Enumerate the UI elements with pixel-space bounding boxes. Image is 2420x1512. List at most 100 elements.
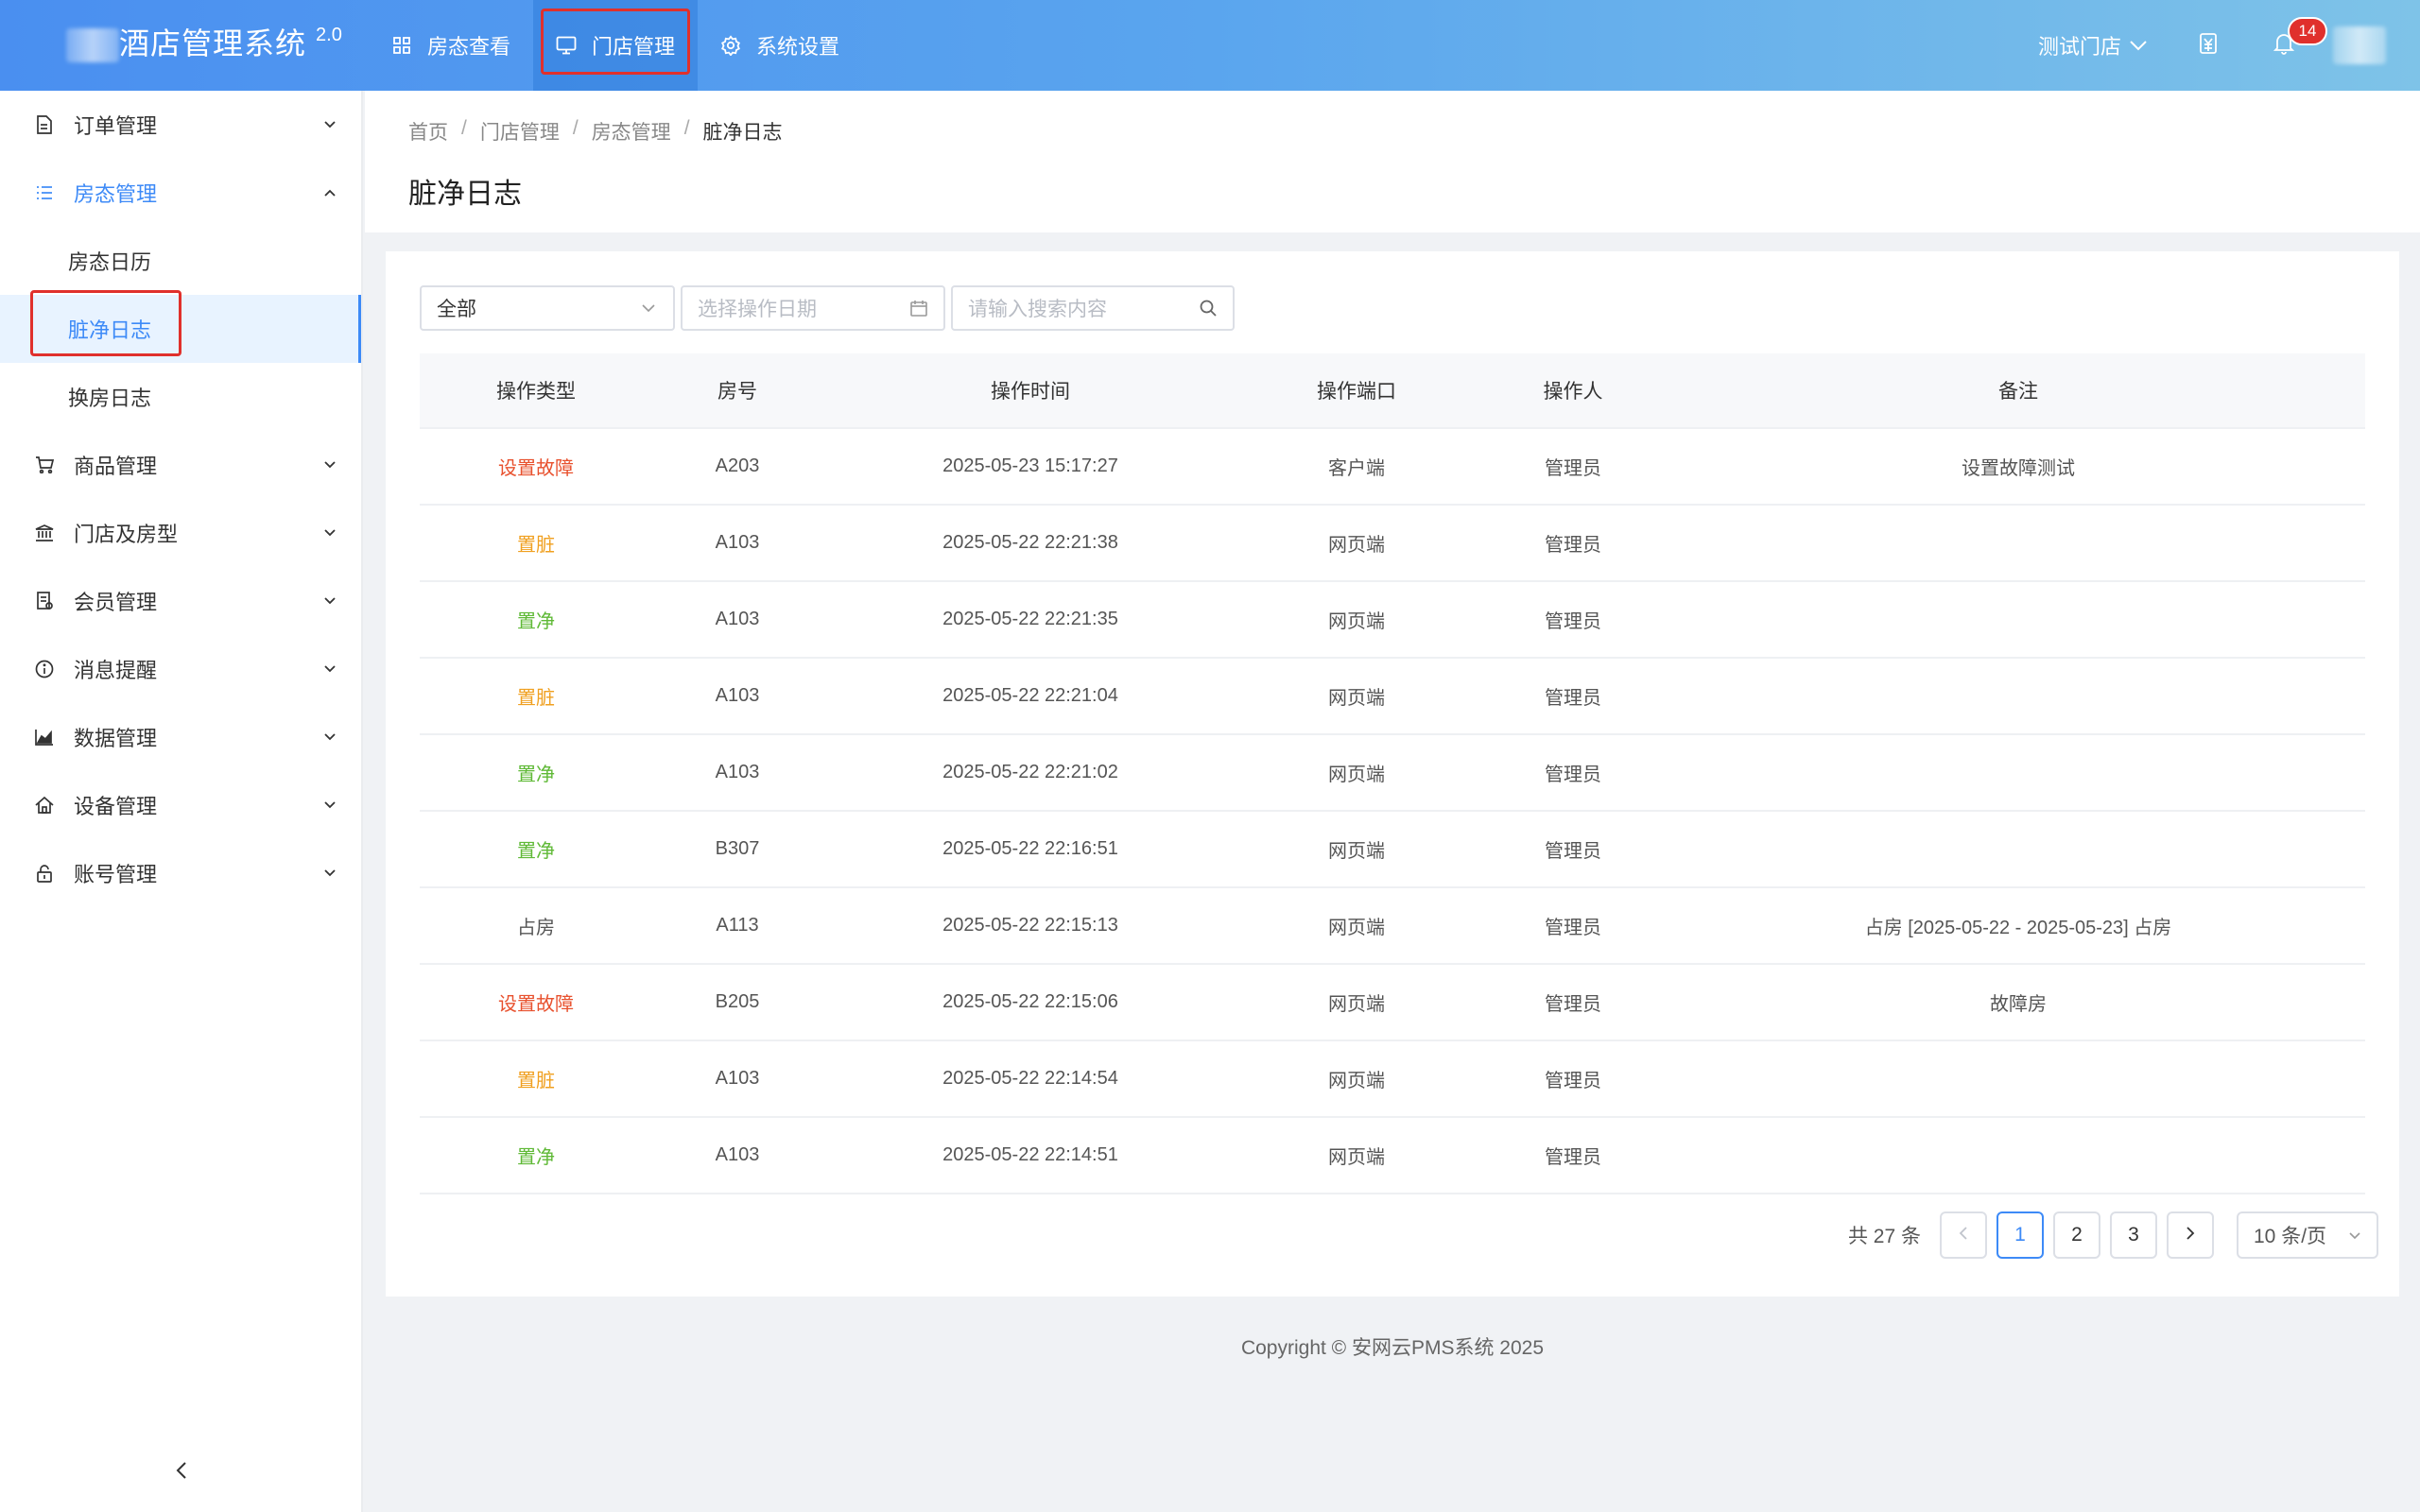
column-header-operation-type: 操作类型 [496, 381, 576, 403]
sidebar-item-stores-room-types[interactable]: 门店及房型 [0, 499, 361, 567]
operation-port-cell: 网页端 [1328, 765, 1385, 785]
sidebar-item-orders[interactable]: 订单管理 [0, 91, 361, 159]
sidebar-item-messages[interactable]: 消息提醒 [0, 635, 361, 703]
chevron-down-icon [2348, 1224, 2361, 1246]
sidebar-item-label: 房态管理 [74, 182, 158, 206]
operation-port-cell: 网页端 [1328, 688, 1385, 709]
sidebar-subitem-room-calendar[interactable]: 房态日历 [0, 227, 361, 295]
sidebar-item-label: 数据管理 [74, 727, 158, 750]
operation-port-cell: 客户端 [1328, 458, 1385, 479]
chevron-up-icon [321, 184, 338, 201]
sidebar-item-data[interactable]: 数据管理 [0, 703, 361, 771]
room-number-cell: A103 [715, 685, 760, 706]
sidebar-item-devices[interactable]: 设备管理 [0, 771, 361, 839]
chevron-down-icon [321, 593, 338, 610]
operation-port-cell: 网页端 [1328, 841, 1385, 862]
date-placeholder: 选择操作日期 [698, 299, 817, 320]
notification-button[interactable]: 14 [2269, 17, 2327, 60]
chevron-down-icon [2129, 33, 2148, 58]
table-row: 置净 B307 2025-05-22 22:16:51 网页端 管理员 [420, 812, 2365, 888]
note-cell: 设置故障测试 [1962, 458, 2075, 479]
top-nav: 房态查看 门店管理 系统设置 [369, 0, 862, 91]
chevron-down-icon [639, 299, 658, 318]
breadcrumb-room-status[interactable]: 房态管理 [592, 117, 671, 146]
column-header-operator: 操作人 [1543, 381, 1603, 403]
notification-badge: 14 [2288, 17, 2327, 45]
page-button-1[interactable]: 1 [1996, 1211, 2044, 1259]
search-input[interactable]: 请输入搜索内容 [951, 285, 1235, 331]
sidebar-subitem-label: 房态日历 [68, 250, 152, 274]
sidebar-subitem-clean-dirty-log[interactable]: 脏净日志 [0, 290, 361, 363]
breadcrumb-current: 脏净日志 [702, 122, 783, 144]
room-number-cell: A103 [715, 762, 760, 782]
operation-port-cell: 网页端 [1328, 1071, 1385, 1091]
operation-date-picker[interactable]: 选择操作日期 [681, 285, 945, 331]
breadcrumb-separator: / [572, 117, 579, 139]
page-button-2[interactable]: 2 [2053, 1211, 2100, 1259]
sidebar-item-goods[interactable]: 商品管理 [0, 431, 361, 499]
clean-dirty-log-table: 操作类型 房号 操作时间 操作端口 操作人 备注 设置故障 A203 2025-… [420, 353, 2365, 1194]
chevron-down-icon [321, 865, 338, 882]
page-size-value: 10 条/页 [2254, 1226, 2327, 1247]
room-number-cell: A103 [715, 532, 760, 553]
table-header: 操作类型 房号 操作时间 操作端口 操作人 备注 [420, 353, 2365, 429]
topnav-system-settings[interactable]: 系统设置 [698, 0, 862, 91]
sidebar-item-members[interactable]: 会员管理 [0, 567, 361, 635]
table-row: 置脏 A103 2025-05-22 22:21:38 网页端 管理员 [420, 506, 2365, 582]
bank-icon [34, 523, 55, 543]
cashier-button[interactable] [2193, 30, 2223, 60]
copyright-footer: Copyright © 安网云PMS系统 2025 [1240, 1337, 1545, 1359]
member-card-icon [34, 591, 55, 611]
sidebar-subitem-room-change-log[interactable]: 换房日志 [0, 363, 361, 431]
operation-time-cell: 2025-05-22 22:21:35 [942, 609, 1118, 629]
breadcrumb-store-management[interactable]: 门店管理 [480, 117, 560, 146]
filter-bar: 全部 选择操作日期 请输入搜索内容 [420, 285, 1240, 331]
breadcrumb-home[interactable]: 首页 [408, 117, 448, 146]
app-logo[interactable]: 酒店管理系统 2.0 [66, 21, 342, 66]
column-header-note: 备注 [1998, 381, 2038, 403]
user-avatar[interactable] [2333, 26, 2386, 64]
chevron-down-icon [321, 116, 338, 133]
sidebar-collapse-button[interactable] [170, 1461, 193, 1484]
sidebar-item-accounts[interactable]: 账号管理 [0, 839, 361, 907]
topnav-room-status[interactable]: 房态查看 [369, 0, 533, 91]
table-row: 置脏 A103 2025-05-22 22:14:54 网页端 管理员 [420, 1041, 2365, 1118]
app-title: 酒店管理系统 [119, 26, 307, 60]
operation-port-cell: 网页端 [1328, 1147, 1385, 1168]
operator-cell: 管理员 [1545, 611, 1601, 632]
sidebar-item-room-status[interactable]: 房态管理 [0, 159, 361, 227]
breadcrumb-separator: / [461, 117, 467, 139]
room-number-cell: B307 [715, 838, 760, 859]
room-number-cell: A203 [715, 455, 760, 476]
page-button-3[interactable]: 3 [2110, 1211, 2157, 1259]
operation-type-value: 全部 [437, 299, 476, 320]
chevron-down-icon [321, 524, 338, 541]
operation-type-select[interactable]: 全部 [420, 285, 675, 331]
chevron-right-icon [2186, 1224, 2195, 1246]
home-icon [34, 795, 55, 816]
operation-type-cell: 置净 [517, 611, 555, 632]
room-number-cell: B205 [715, 991, 760, 1012]
operation-time-cell: 2025-05-22 22:21:04 [942, 685, 1118, 706]
operation-type-cell: 设置故障 [498, 458, 574, 479]
total-count: 共 27 条 [1847, 1226, 1921, 1247]
next-page-button[interactable] [2167, 1211, 2214, 1259]
area-chart-icon [34, 727, 55, 747]
store-selector[interactable]: 测试门店 [2038, 30, 2148, 60]
chevron-left-icon [1959, 1224, 1968, 1246]
header-right: 测试门店 14 [2038, 0, 2420, 91]
room-number-cell: A113 [716, 915, 759, 936]
operation-type-cell: 置脏 [517, 1071, 555, 1091]
page-size-select[interactable]: 10 条/页 [2237, 1211, 2378, 1259]
breadcrumb: 首页 / 门店管理 / 房态管理 / 脏净日志 [408, 117, 783, 146]
topnav-store-management[interactable]: 门店管理 [533, 0, 699, 91]
operator-cell: 管理员 [1545, 458, 1601, 479]
prev-page-button[interactable] [1940, 1211, 1987, 1259]
search-icon[interactable] [1199, 299, 1218, 318]
column-header-room-number: 房号 [717, 381, 757, 403]
table-row: 占房 A113 2025-05-22 22:15:13 网页端 管理员 占房 [… [420, 888, 2365, 965]
cashier-icon [2198, 32, 2219, 60]
operation-type-cell: 占房 [517, 918, 555, 938]
gear-icon [720, 35, 741, 56]
breadcrumb-separator: / [683, 117, 690, 139]
